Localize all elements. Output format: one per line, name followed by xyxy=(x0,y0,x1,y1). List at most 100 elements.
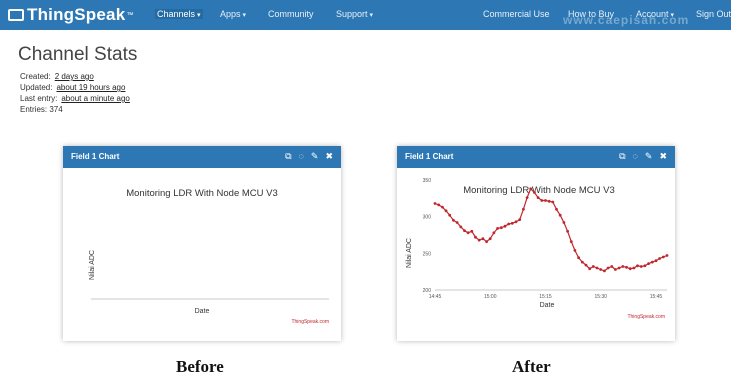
y-axis-label: Nilai ADC xyxy=(406,238,413,268)
chat-box-icon xyxy=(8,9,24,21)
data-point xyxy=(544,199,547,202)
data-point xyxy=(437,203,441,207)
updated-link[interactable]: about 19 hours ago xyxy=(56,83,125,92)
brand-name: ThingSpeak xyxy=(27,5,126,24)
pencil-icon[interactable]: ✎ xyxy=(311,151,319,161)
data-point xyxy=(514,220,518,224)
pencil-icon[interactable]: ✎ xyxy=(645,151,653,161)
nav-apps[interactable]: Apps ▾ xyxy=(220,9,246,19)
external-link-icon[interactable]: ⧉ xyxy=(285,151,291,161)
chart-after: Monitoring LDR With Node MCU V3 Nilai AD… xyxy=(406,178,669,320)
nav-support[interactable]: Support ▾ xyxy=(336,9,373,19)
comment-icon[interactable]: ◌ xyxy=(299,151,304,161)
last-entry-link[interactable]: about a minute ago xyxy=(61,94,130,103)
data-point xyxy=(459,225,463,229)
data-point xyxy=(496,227,499,230)
data-point xyxy=(441,205,444,209)
data-point xyxy=(654,259,658,263)
nav-commercial-use[interactable]: Commercial Use xyxy=(483,9,550,19)
panel-header: Field 1 Chart ⧉ ◌ ✎ ✖ xyxy=(397,146,675,168)
data-point xyxy=(625,265,628,269)
watermark: www.caepisah.com xyxy=(563,13,690,27)
close-icon[interactable]: ✖ xyxy=(325,151,333,161)
chart-title: Monitoring LDR With Node MCU V3 xyxy=(463,185,615,196)
data-point xyxy=(477,238,481,242)
data-point xyxy=(650,260,654,264)
brand-logo[interactable]: ThingSpeak ™ xyxy=(8,3,133,27)
panel-title: Field 1 Chart xyxy=(71,152,120,161)
data-point xyxy=(661,255,665,259)
data-point xyxy=(591,265,595,268)
data-point xyxy=(566,229,569,233)
data-point xyxy=(573,249,577,252)
data-point xyxy=(580,260,584,264)
close-icon[interactable]: ✖ xyxy=(659,151,667,161)
chart-credit[interactable]: ThingSpeak.com xyxy=(291,319,329,325)
data-point xyxy=(603,269,606,273)
data-point xyxy=(452,218,455,222)
entries-value: 374 xyxy=(49,105,63,114)
chart-title: Monitoring LDR With Node MCU V3 xyxy=(126,188,278,199)
updated-label: Updated: xyxy=(20,83,53,92)
caption-before: Before xyxy=(176,357,224,376)
data-point xyxy=(507,222,511,226)
chart-before: Monitoring LDR With Node MCU V3 Nilai AD… xyxy=(89,188,329,325)
x-tick-label: 15:00 xyxy=(484,294,497,300)
data-point xyxy=(518,218,522,221)
x-tick-labels: 14:45 15:00 15:15 15:30 15:45 xyxy=(429,294,663,300)
data-point xyxy=(488,237,492,241)
data-point xyxy=(562,221,566,224)
nav-channels[interactable]: Channels ▾ xyxy=(155,9,203,19)
x-tick-label: 15:15 xyxy=(539,294,552,300)
data-point xyxy=(529,187,533,191)
data-point xyxy=(610,265,614,268)
data-point xyxy=(433,202,437,205)
data-point xyxy=(639,265,643,268)
comment-icon[interactable]: ◌ xyxy=(633,151,638,161)
data-point xyxy=(466,231,470,235)
x-tick-label: 15:45 xyxy=(650,294,663,300)
panel-header: Field 1 Chart ⧉ ◌ ✎ ✖ xyxy=(63,146,341,168)
y-axis-label: Nilai ADC xyxy=(89,250,96,280)
data-point xyxy=(470,229,474,233)
created-link[interactable]: 2 days ago xyxy=(55,72,94,81)
data-point xyxy=(595,266,599,270)
nav-community-label: Community xyxy=(268,9,314,19)
data-point xyxy=(632,266,636,270)
data-point xyxy=(540,199,544,202)
nav-sign-out[interactable]: Sign Out xyxy=(696,9,731,19)
entries-row: Entries: 374 xyxy=(20,105,63,114)
data-point xyxy=(474,235,477,239)
nav-channels-label: Channels xyxy=(157,9,196,19)
data-point xyxy=(444,209,448,213)
external-link-icon[interactable]: ⧉ xyxy=(619,151,625,161)
top-navbar: ThingSpeak ™ Channels ▾ Apps ▾ Community Su… xyxy=(0,0,731,30)
data-point xyxy=(455,221,459,224)
data-point xyxy=(614,268,617,271)
caret-down-icon: ▾ xyxy=(242,12,247,19)
data-point xyxy=(584,263,588,267)
nav-community[interactable]: Community xyxy=(268,9,314,19)
created-label: Created: xyxy=(20,72,51,81)
data-point xyxy=(463,229,466,232)
chart-credit[interactable]: ThingSpeak.com xyxy=(627,314,665,320)
created-row: Created: 2 days ago xyxy=(20,72,94,81)
data-point xyxy=(492,231,496,235)
data-point xyxy=(569,240,573,243)
data-point xyxy=(588,267,592,271)
last-entry-label: Last entry: xyxy=(20,94,58,103)
data-point xyxy=(499,226,503,230)
data-point xyxy=(628,267,632,271)
data-point xyxy=(510,221,514,225)
caret-down-icon: ▾ xyxy=(369,12,374,19)
data-point xyxy=(665,254,669,257)
data-point xyxy=(525,196,529,199)
x-axis-label: Date xyxy=(540,302,555,309)
x-axis-label: Date xyxy=(195,308,210,315)
data-point xyxy=(551,200,555,204)
nav-sign-out-label: Sign Out xyxy=(696,9,731,19)
data-point xyxy=(547,199,551,203)
data-point xyxy=(522,207,525,211)
data-point xyxy=(643,264,647,268)
chart-panel-after: Field 1 Chart ⧉ ◌ ✎ ✖ Monitoring LDR Wit… xyxy=(397,146,675,341)
